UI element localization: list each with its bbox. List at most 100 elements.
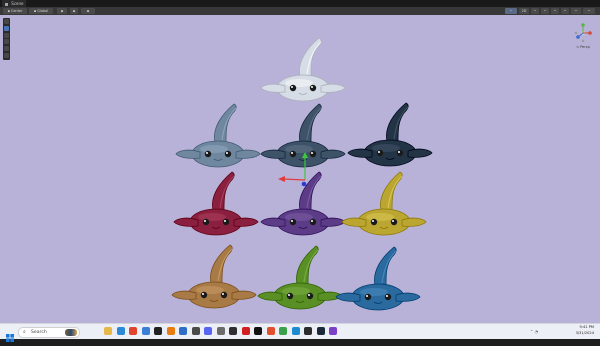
creature-green-tail [296,245,319,285]
store-icon[interactable] [141,327,150,335]
render-mode[interactable]: • [505,8,517,14]
creature-blue[interactable] [335,246,421,311]
rect-tool-icon[interactable] [4,46,9,52]
creature-slate-right-fin [235,149,261,159]
steam-icon[interactable] [316,327,325,335]
creature-navy-tail [386,102,409,142]
mail-icon[interactable] [179,327,187,335]
creature-tan[interactable] [171,244,257,309]
creature-green-left-fin [257,291,283,301]
creature-green-left-eye [286,292,294,300]
scene-tab[interactable]: Scene [2,0,27,7]
creature-olive[interactable] [341,171,427,236]
discord-icon[interactable] [204,327,212,335]
chrome-icon[interactable] [129,327,137,335]
scene-viewport[interactable]: < Persp [0,15,600,323]
creature-olive-left-eye [370,218,378,226]
tools-overlay [3,18,10,60]
creature-purple-right-eye [309,218,317,226]
pivot-toggle[interactable]: ▪ Center [3,8,27,14]
creature-tan-right-eye [220,291,228,299]
move-tool-icon[interactable] [4,25,9,31]
creature-purple-tail [299,171,322,211]
creature-green-right-eye [306,292,314,300]
creature-tan-right-fin [231,290,257,300]
transform-tool-icon[interactable] [4,53,9,58]
space-toggle[interactable]: ▪ Global [29,8,53,14]
scene-tab-label: Scene [11,1,24,6]
unity-icon[interactable] [154,327,162,335]
rotate-tool-icon[interactable] [4,32,9,38]
creature-steel-left-eye [289,150,297,158]
move-z-handle[interactable] [301,181,307,187]
creature-steel-left-fin [260,149,286,159]
creature-slate-right-eye [224,150,232,158]
audio-toggle[interactable]: • [541,8,549,14]
grid-toggle[interactable]: ▪ [57,8,67,14]
search-placeholder: Search [31,330,47,335]
blender-icon[interactable] [166,327,175,335]
obs-icon[interactable] [229,327,237,335]
snap-toggle[interactable]: ▪ [70,8,78,14]
creature-slate-left-fin [175,149,201,159]
file-explorer-icon[interactable] [104,327,112,335]
paint-icon[interactable] [291,327,300,335]
creature-purple-right-fin [320,217,346,227]
terminal-icon[interactable] [304,327,312,335]
creature-steel-right-fin [320,149,346,159]
projection-label[interactable]: < Persp [572,45,594,49]
gizmo-x-axis[interactable] [588,31,592,35]
hidden-toggle[interactable]: • [561,8,569,14]
taskbar-search[interactable]: ⌕ Search [18,327,80,338]
gizmo-y-axis[interactable] [581,23,585,27]
tiktok-icon[interactable] [254,327,262,335]
media-icon[interactable] [329,327,337,335]
creature-green[interactable] [257,245,343,310]
creature-crimson-left-fin [173,217,199,227]
increment-toggle[interactable]: ▪ [81,8,95,14]
creature-slate-tail [214,103,237,143]
creature-steel-right-eye [309,150,317,158]
system-tray[interactable]: ⌃ ◔ [530,329,544,334]
edge-icon[interactable] [116,327,125,335]
creature-blue-right-fin [395,292,421,302]
creature-purple[interactable] [260,171,346,236]
creature-white-left-eye [289,84,297,92]
taskbar: ⌕ Search ⌃ ◔ 9:41 PM 3/31/2024 [0,323,600,342]
effects-toggle[interactable]: • [551,8,559,14]
creature-slate[interactable] [175,103,261,168]
creature-crimson-left-eye [202,218,210,226]
creature-blue-left-fin [335,292,361,302]
clock-date: 3/31/2024 [575,330,594,335]
scene-tab-icon [5,2,8,6]
creature-olive-right-fin [401,217,427,227]
creature-navy[interactable] [347,102,433,167]
lighting-toggle[interactable]: • [531,8,539,14]
start-button[interactable] [6,327,14,342]
creature-olive-right-eye [390,218,398,226]
creature-olive-left-fin [341,217,367,227]
creature-white[interactable] [260,37,346,102]
scene-canvas[interactable] [0,15,600,323]
camera-settings[interactable]: • [571,8,581,14]
settings-icon[interactable] [216,327,225,335]
scale-tool-icon[interactable] [4,39,9,45]
orientation-gizmo[interactable] [572,22,594,44]
creature-purple-left-eye [289,218,297,226]
calculator-icon[interactable] [191,327,200,335]
gizmo-z-axis[interactable] [576,35,580,39]
creature-crimson[interactable] [173,171,259,236]
creature-navy-right-fin [407,148,433,158]
dimension-toggle[interactable]: 2D [519,8,529,14]
search-highlight-image [65,329,77,336]
gizmos-toggle[interactable]: • [583,8,595,14]
view-tool-icon[interactable] [4,19,9,24]
creature-olive-tail [380,171,403,211]
clock[interactable]: 9:41 PM 3/31/2024 [548,325,594,336]
move-x-arrow[interactable] [278,176,285,182]
chrome-2-icon[interactable] [279,327,287,335]
creature-blue-left-eye [364,293,372,301]
creature-crimson-right-fin [233,217,259,227]
photos-icon[interactable] [266,327,275,335]
record-icon[interactable] [241,327,250,335]
